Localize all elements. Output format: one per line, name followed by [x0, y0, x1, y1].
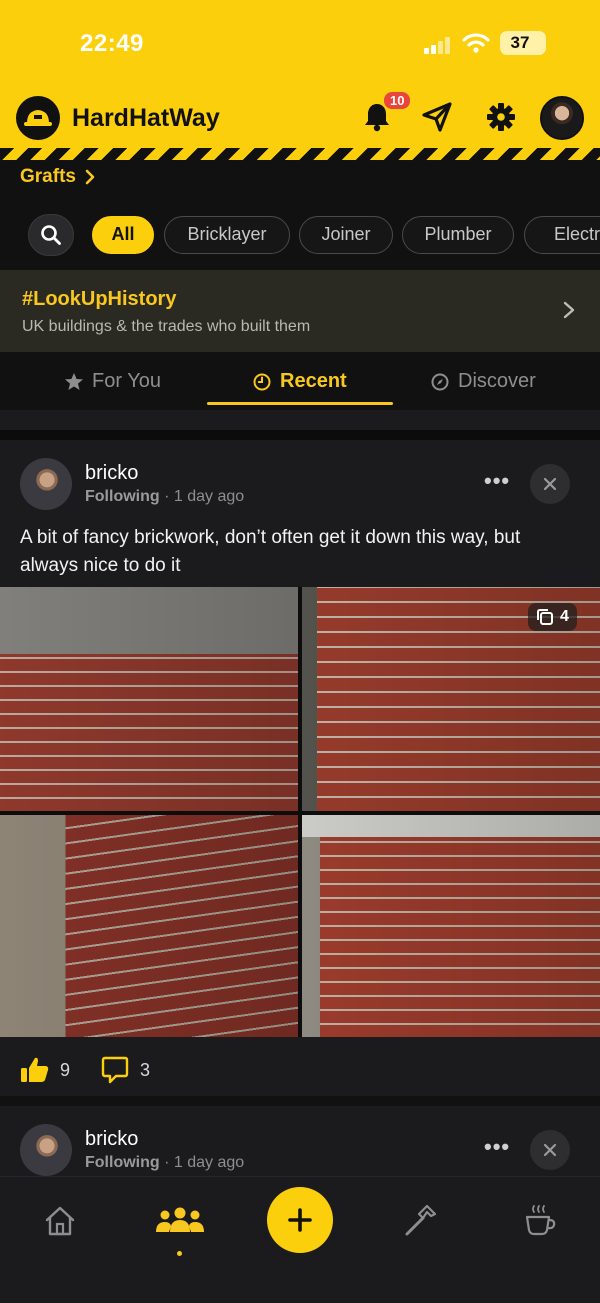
- profile-avatar[interactable]: [540, 96, 584, 140]
- post-time: 1 day ago: [173, 1154, 245, 1171]
- app-header: 22:49 37 HardHatWay 10: [0, 0, 600, 160]
- clock-icon: [253, 373, 271, 390]
- cellular-signal-icon: [424, 36, 452, 59]
- paper-plane-icon: [422, 102, 452, 132]
- battery-level: 37: [510, 33, 530, 52]
- settings-button[interactable]: [484, 100, 518, 134]
- brickwork-photo-4[interactable]: [302, 815, 600, 1037]
- chip-plumber[interactable]: Plumber: [402, 216, 514, 254]
- banner-title: #LookUpHistory: [22, 288, 177, 310]
- gear-icon: [487, 103, 515, 131]
- grafts-link[interactable]: Grafts: [20, 166, 96, 188]
- post-time: 1 day ago: [173, 488, 245, 505]
- like-count: 9: [60, 1059, 71, 1080]
- app-title: HardHatWay: [72, 103, 220, 132]
- tab-label: Discover: [458, 370, 536, 392]
- banner-subtitle: UK buildings & the trades who built them: [22, 318, 311, 335]
- status-time: 22:49: [80, 30, 144, 57]
- notifications-button[interactable]: 10: [360, 90, 413, 134]
- notification-badge: 10: [382, 90, 413, 111]
- more-options-icon[interactable]: •••: [484, 1134, 510, 1160]
- search-icon: [41, 225, 61, 245]
- tab-for-you[interactable]: For You: [64, 370, 161, 393]
- nav-breakroom[interactable]: [518, 1199, 562, 1243]
- hard-hat-logo-icon: [16, 96, 60, 140]
- star-icon: [65, 372, 83, 390]
- image-count: 4: [560, 608, 569, 625]
- wifi-icon: [462, 32, 490, 59]
- nav-home[interactable]: [38, 1199, 82, 1243]
- chip-joiner[interactable]: Joiner: [299, 216, 393, 254]
- create-post-button[interactable]: [267, 1187, 333, 1253]
- tab-recent[interactable]: Recent: [252, 370, 347, 393]
- dismiss-post-button[interactable]: [530, 1130, 570, 1170]
- post-meta: Following · 1 day ago: [85, 1154, 244, 1172]
- home-icon: [45, 1206, 75, 1236]
- hammer-icon: [405, 1204, 437, 1236]
- comment-count: 3: [140, 1059, 151, 1080]
- community-icon: [156, 1207, 204, 1232]
- post-username[interactable]: bricko: [85, 1128, 138, 1151]
- coffee-icon: [525, 1205, 556, 1236]
- separator: ·: [164, 488, 174, 505]
- comment-button[interactable]: 3: [100, 1056, 150, 1084]
- chevron-right-icon: [563, 301, 575, 319]
- separator: ·: [164, 1154, 174, 1171]
- follow-status: Following: [85, 1154, 160, 1171]
- image-count-badge: 4: [528, 603, 577, 631]
- nav-community[interactable]: [152, 1199, 208, 1243]
- tab-discover[interactable]: Discover: [430, 370, 536, 393]
- post-actions: 9 3: [20, 1050, 180, 1090]
- more-options-icon[interactable]: •••: [484, 468, 510, 494]
- nav-jobs[interactable]: [398, 1199, 442, 1243]
- follow-status: Following: [85, 488, 160, 505]
- active-tab-indicator: [207, 402, 393, 405]
- add-icon: [288, 1208, 312, 1232]
- hazard-stripe: [0, 148, 600, 160]
- chip-bricklayer[interactable]: Bricklayer: [164, 216, 290, 254]
- chevron-right-icon: [85, 169, 95, 185]
- dismiss-post-button[interactable]: [530, 464, 570, 504]
- avatar[interactable]: [20, 458, 72, 510]
- post-meta: Following · 1 day ago: [85, 488, 244, 506]
- compass-icon: [431, 373, 449, 390]
- thumbs-up-icon: [21, 1057, 49, 1082]
- post-text: A bit of fancy brickwork, don’t often ge…: [20, 527, 521, 576]
- trade-filter-chips: All Bricklayer Joiner Plumber Electri: [28, 214, 600, 256]
- chip-electrician[interactable]: Electri: [524, 216, 600, 254]
- battery-icon: 37: [500, 31, 546, 55]
- active-nav-indicator: [177, 1251, 182, 1256]
- grafts-label: Grafts: [20, 166, 76, 187]
- close-icon: [543, 1143, 557, 1157]
- brickwork-photo-1[interactable]: [0, 587, 298, 811]
- image-gallery[interactable]: 4: [0, 587, 600, 1037]
- brickwork-photo-3[interactable]: [0, 815, 298, 1037]
- bottom-navigation: [0, 1176, 600, 1303]
- tab-label: For You: [92, 370, 161, 392]
- lookuphistory-banner[interactable]: #LookUpHistory UK buildings & the trades…: [0, 270, 600, 352]
- chip-all[interactable]: All: [92, 216, 154, 254]
- tab-label: Recent: [280, 370, 347, 392]
- feed-post: bricko Following · 1 day ago ••• A bit o…: [0, 440, 600, 1096]
- avatar[interactable]: [20, 1124, 72, 1176]
- search-button[interactable]: [28, 214, 74, 256]
- post-username[interactable]: bricko: [85, 462, 138, 485]
- brand[interactable]: HardHatWay: [16, 96, 220, 140]
- feed-tabs: For You Recent Discover: [0, 352, 600, 410]
- multiple-images-icon: [537, 609, 553, 625]
- close-icon: [543, 477, 557, 491]
- status-bar: 22:49 37: [0, 0, 600, 86]
- comment-icon: [101, 1056, 129, 1084]
- like-button[interactable]: 9: [20, 1056, 70, 1084]
- previous-post-remnant: [0, 410, 600, 440]
- messages-button[interactable]: [420, 100, 454, 134]
